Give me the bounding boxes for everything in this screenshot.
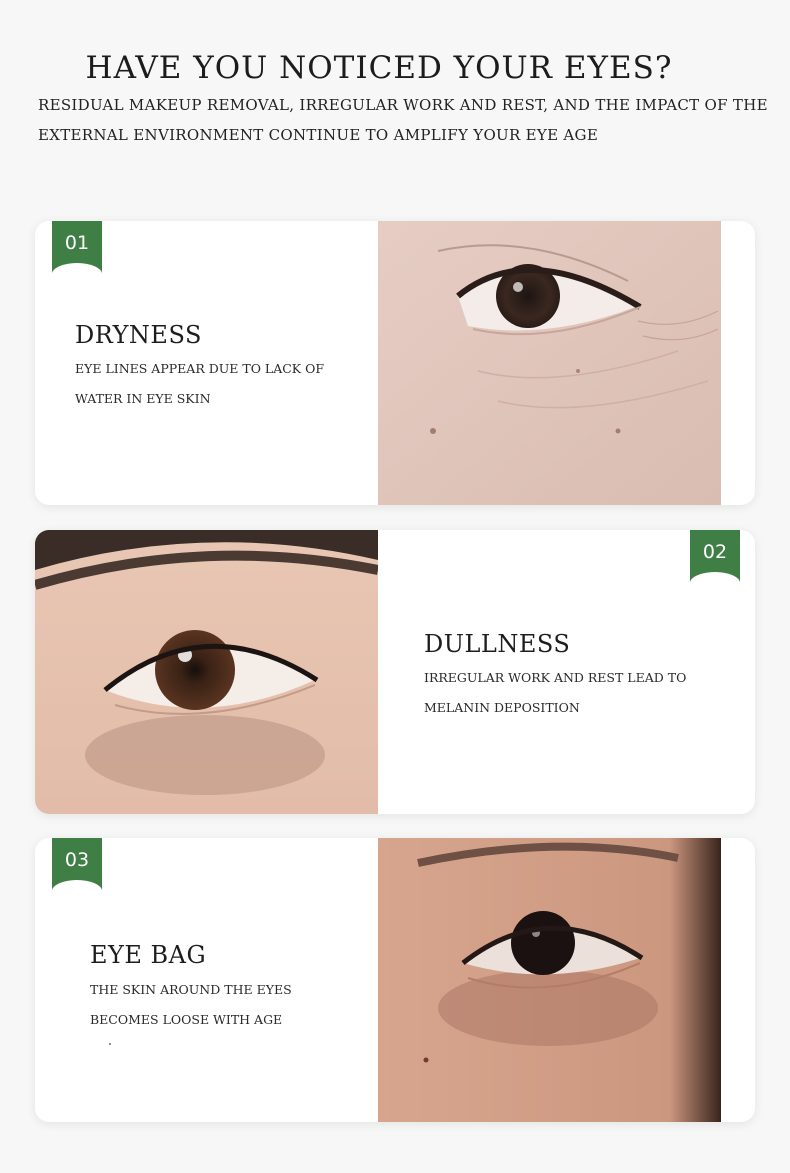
eye-bag-photo bbox=[378, 838, 721, 1122]
number-badge: 03 bbox=[52, 838, 102, 891]
card-eye-bag: 03 EYE BAG THE SKIN AROUND THE EYES BECO… bbox=[35, 838, 755, 1122]
page-subtitle: RESIDUAL MAKEUP REMOVAL, IRREGULAR WORK … bbox=[38, 96, 768, 144]
number-badge: 02 bbox=[690, 530, 740, 583]
card-dryness: 01 DRYNESS EYE LINES APPEAR DUE TO LACK … bbox=[35, 221, 755, 505]
card-description: THE SKIN AROUND THE EYES BECOMES LOOSE W… bbox=[90, 982, 292, 1027]
card-text-panel: 01 DRYNESS EYE LINES APPEAR DUE TO LACK … bbox=[35, 221, 412, 505]
wrinkled-eye-photo bbox=[378, 221, 721, 505]
number-badge: 01 bbox=[52, 221, 102, 274]
card-text-panel: 02 DULLNESS IRREGULAR WORK AND REST LEAD… bbox=[378, 530, 755, 814]
dark-circle-eye-photo bbox=[35, 530, 378, 814]
card-heading: DRYNESS bbox=[75, 321, 202, 349]
card-heading: DULLNESS bbox=[424, 630, 571, 658]
card-text-panel: 03 EYE BAG THE SKIN AROUND THE EYES BECO… bbox=[35, 838, 412, 1122]
page-title: HAVE YOU NOTICED YOUR EYES? bbox=[85, 50, 673, 86]
card-heading: EYE BAG bbox=[90, 941, 207, 969]
stray-dot bbox=[109, 1043, 111, 1045]
card-dullness: 02 DULLNESS IRREGULAR WORK AND REST LEAD… bbox=[35, 530, 755, 814]
card-description: EYE LINES APPEAR DUE TO LACK OF WATER IN… bbox=[75, 361, 325, 406]
card-description: IRREGULAR WORK AND REST LEAD TO MELANIN … bbox=[424, 670, 687, 715]
